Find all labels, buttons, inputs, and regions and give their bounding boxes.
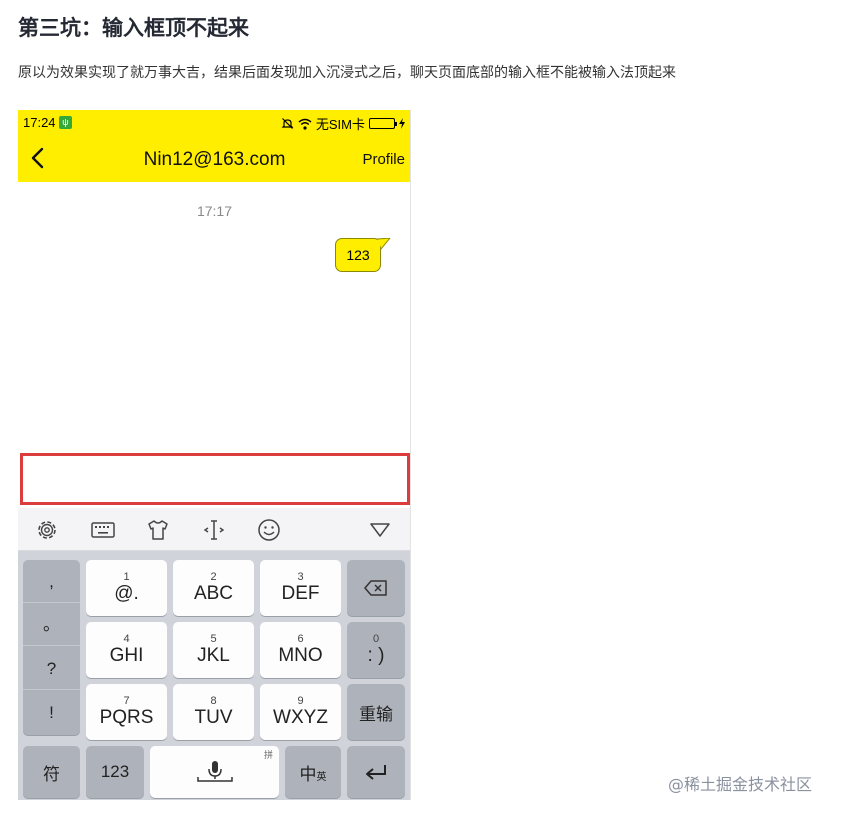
t9-keyboard: , 。 ? ! 1 @. 2 ABC 3 DEF 4 GHI 5 JKL 6 M… [18, 551, 410, 800]
symbols-key[interactable]: 符 [23, 746, 80, 798]
cursor-icon[interactable] [201, 517, 227, 543]
key-7-letters: PQRS [99, 707, 154, 728]
key-8[interactable]: 8 TUV [173, 684, 254, 740]
reinput-label: 重输 [359, 704, 393, 724]
keyboard-toolbar [18, 508, 410, 551]
key-1-number: 1 [123, 571, 130, 583]
keyboard-icon[interactable] [90, 517, 116, 543]
back-arrow-icon[interactable] [27, 146, 51, 170]
phone-screenshot: 17:24 ψ 无SIM卡 Nin12@163.com Profile 17:1… [18, 110, 411, 800]
space-key[interactable]: 拼 [150, 746, 279, 798]
tshirt-icon[interactable] [145, 517, 171, 543]
charging-icon [399, 118, 405, 129]
symbols-label: 符 [43, 764, 60, 784]
language-main-label: 中 [299, 764, 317, 784]
bell-muted-icon [281, 118, 294, 129]
key-5[interactable]: 5 JKL [173, 622, 254, 678]
status-indicators: 无SIM卡 [281, 114, 405, 133]
key-3-number: 3 [297, 571, 304, 583]
punct-comma-key[interactable]: , [23, 560, 80, 603]
backspace-key[interactable] [347, 560, 405, 616]
profile-button[interactable]: Profile [362, 151, 405, 168]
triangle-down-icon[interactable] [367, 517, 393, 543]
key-1[interactable]: 1 @. [86, 560, 167, 616]
smiley-icon[interactable] [256, 517, 282, 543]
enter-key[interactable] [347, 746, 405, 798]
chat-input-box[interactable] [20, 453, 410, 505]
key-7[interactable]: 7 PQRS [86, 684, 167, 740]
chat-title: Nin12@163.com [143, 149, 286, 170]
usb-icon: ψ [59, 116, 72, 129]
key-2-number: 2 [210, 571, 217, 583]
key-4[interactable]: 4 GHI [86, 622, 167, 678]
enter-icon [366, 765, 386, 780]
watermark: @稀土掘金技术社区 [668, 775, 813, 794]
message-bubble[interactable]: 123 [335, 238, 381, 272]
backspace-icon [364, 580, 387, 596]
key-1-letters: @. [114, 583, 139, 604]
punct-exclaim-key[interactable]: ! [23, 691, 80, 734]
article-description: 原以为效果实现了就万事大吉，结果后面发现加入沉浸式之后，聊天页面底部的输入框不能… [18, 65, 676, 81]
punctuation-column: , 。 ? ! [23, 560, 80, 735]
language-sub-label: 英 [316, 771, 327, 783]
numbers-label: 123 [100, 762, 130, 781]
key-4-number: 4 [123, 633, 130, 645]
key-9-number: 9 [297, 695, 304, 707]
numbers-key[interactable]: 123 [86, 746, 144, 798]
gear-icon[interactable] [34, 517, 60, 543]
key-6-letters: MNO [278, 645, 323, 666]
key-6-number: 6 [297, 633, 304, 645]
key-6[interactable]: 6 MNO [260, 622, 341, 678]
status-bar: 17:24 ψ 无SIM卡 [18, 110, 410, 136]
key-0-letters: : ) [367, 645, 385, 666]
key-2-letters: ABC [193, 583, 234, 604]
language-switch-key[interactable]: 中 英 [285, 746, 341, 798]
carrier-label: 无SIM卡 [315, 117, 365, 132]
status-time: 17:24 [23, 115, 56, 130]
app-bar: Nin12@163.com Profile [18, 136, 410, 182]
key-2[interactable]: 2 ABC [173, 560, 254, 616]
key-5-letters: JKL [197, 645, 230, 666]
article-heading: 第三坑：输入框顶不起来 [18, 16, 249, 40]
punct-question-key[interactable]: ? [23, 647, 80, 690]
key-8-letters: TUV [194, 707, 233, 728]
punct-period-key[interactable]: 。 [23, 603, 80, 646]
chat-message-area[interactable]: 17:17 123 [18, 182, 410, 452]
bubble-tail-icon [377, 238, 391, 250]
key-8-number: 8 [210, 695, 217, 707]
key-7-number: 7 [123, 695, 130, 707]
key-0[interactable]: 0 : ) [347, 622, 405, 678]
pinyin-mark: 拼 [263, 750, 273, 760]
key-9[interactable]: 9 WXYZ [260, 684, 341, 740]
reinput-key[interactable]: 重输 [347, 684, 405, 740]
key-5-number: 5 [210, 633, 217, 645]
key-3[interactable]: 3 DEF [260, 560, 341, 616]
key-3-letters: DEF [281, 583, 320, 604]
battery-icon [369, 118, 397, 129]
key-0-number: 0 [372, 633, 380, 645]
chat-timestamp: 17:17 [196, 203, 233, 219]
microphone-icon [196, 761, 233, 782]
key-4-letters: GHI [109, 645, 144, 666]
key-9-letters: WXYZ [273, 707, 328, 728]
wifi-icon [298, 118, 312, 130]
